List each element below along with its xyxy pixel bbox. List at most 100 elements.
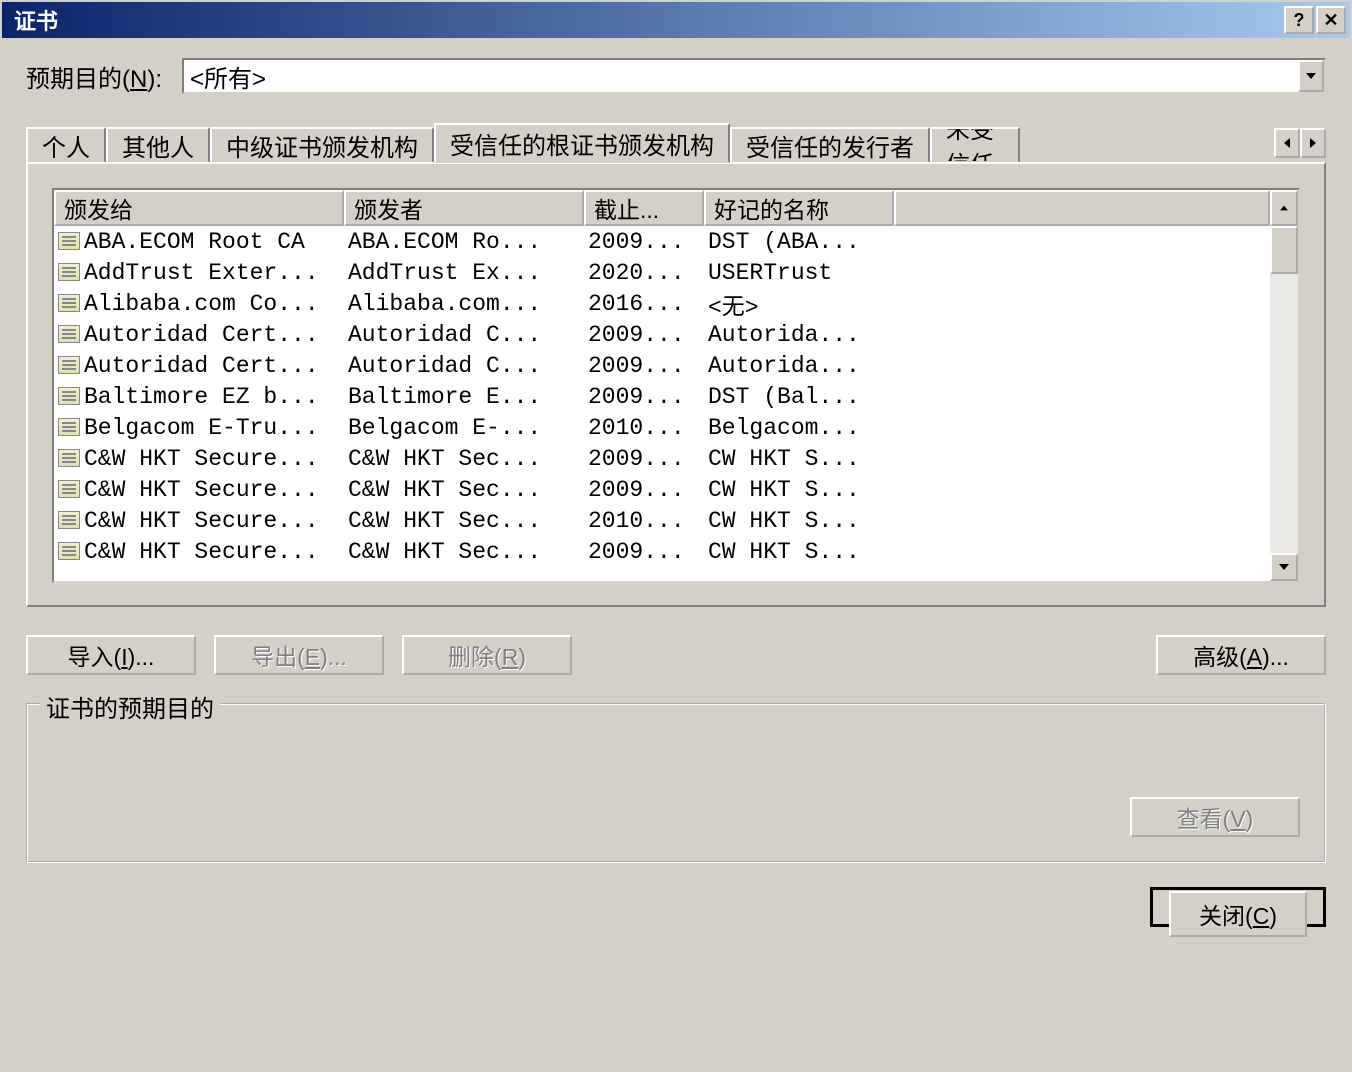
cell-issued-to: C&W HKT Secure...	[54, 539, 344, 565]
export-button: 导出(E)...	[214, 635, 384, 675]
tabs-row: 个人 其他人 中级证书颁发机构 受信任的根证书颁发机构 受信任的发行者 未受信任	[26, 124, 1326, 162]
cell-friendly-name: <无>	[704, 287, 894, 321]
scroll-track[interactable]	[1270, 226, 1298, 553]
tab-intermediate-ca[interactable]: 中级证书颁发机构	[210, 127, 434, 163]
cell-friendly-name: Autorida...	[704, 322, 894, 348]
tab-other-people[interactable]: 其他人	[106, 127, 210, 163]
close-window-button[interactable]: ✕	[1316, 6, 1346, 34]
cell-issued-by: ABA.ECOM Ro...	[344, 229, 584, 255]
cell-expiry: 2009...	[584, 353, 704, 379]
certificate-icon	[58, 511, 80, 529]
cell-issued-to: C&W HKT Secure...	[54, 446, 344, 472]
cell-expiry: 2016...	[584, 291, 704, 317]
table-row[interactable]: Autoridad Cert...Autoridad C...2009...Au…	[54, 319, 1270, 350]
cell-issued-by: C&W HKT Sec...	[344, 477, 584, 503]
certificates-dialog: 证书 ? ✕ 预期目的(N): <所有> 个人 其他人 中级证书颁发机构 受信任…	[0, 0, 1352, 1072]
certificate-icon	[58, 542, 80, 560]
tab-scroll-buttons	[1274, 128, 1326, 158]
view-button: 查看(V)	[1130, 797, 1300, 837]
certificate-icon	[58, 449, 80, 467]
certificate-icon	[58, 356, 80, 374]
cell-issued-by: Baltimore E...	[344, 384, 584, 410]
cell-expiry: 2009...	[584, 446, 704, 472]
action-button-row: 导入(I)... 导出(E)... 删除(R) 高级(A)...	[26, 635, 1326, 675]
cell-expiry: 2009...	[584, 539, 704, 565]
tab-panel: 颁发给 颁发者 截止... 好记的名称 ABA.ECOM Root CAABA.…	[26, 162, 1326, 607]
cert-purpose-groupbox: 证书的预期目的 查看(V)	[26, 703, 1326, 863]
purpose-row: 预期目的(N): <所有>	[26, 58, 1326, 94]
purpose-value: <所有>	[190, 59, 266, 94]
delete-button: 删除(R)	[402, 635, 572, 675]
header-friendly-name[interactable]: 好记的名称	[704, 190, 894, 226]
table-row[interactable]: C&W HKT Secure...C&W HKT Sec...2009...CW…	[54, 536, 1270, 567]
cell-issued-by: Belgacom E-...	[344, 415, 584, 441]
tab-trusted-publishers[interactable]: 受信任的发行者	[730, 127, 930, 163]
certificate-icon	[58, 232, 80, 250]
table-row[interactable]: C&W HKT Secure...C&W HKT Sec...2009...CW…	[54, 474, 1270, 505]
cell-expiry: 2010...	[584, 508, 704, 534]
tab-personal[interactable]: 个人	[26, 127, 106, 163]
purpose-dropdown[interactable]: <所有>	[182, 58, 1326, 94]
cell-issued-to: C&W HKT Secure...	[54, 508, 344, 534]
cell-friendly-name: CW HKT S...	[704, 539, 894, 565]
certificate-icon	[58, 480, 80, 498]
table-row[interactable]: Autoridad Cert...Autoridad C...2009...Au…	[54, 350, 1270, 381]
cell-issued-to: Baltimore EZ b...	[54, 384, 344, 410]
cell-issued-by: Autoridad C...	[344, 322, 584, 348]
cell-friendly-name: Belgacom...	[704, 415, 894, 441]
cell-issued-by: C&W HKT Sec...	[344, 508, 584, 534]
cell-friendly-name: USERTrust	[704, 260, 894, 286]
tab-trusted-root-ca[interactable]: 受信任的根证书颁发机构	[434, 123, 730, 163]
cell-expiry: 2020...	[584, 260, 704, 286]
content-area: 预期目的(N): <所有> 个人 其他人 中级证书颁发机构 受信任的根证书颁发机…	[2, 38, 1350, 1070]
cell-issued-by: Autoridad C...	[344, 353, 584, 379]
titlebar: 证书 ? ✕	[2, 2, 1350, 38]
window-title: 证书	[6, 4, 58, 36]
certificate-icon	[58, 263, 80, 281]
table-row[interactable]: ABA.ECOM Root CAABA.ECOM Ro...2009...DST…	[54, 226, 1270, 257]
table-row[interactable]: C&W HKT Secure...C&W HKT Sec...2009...CW…	[54, 443, 1270, 474]
list-rows: ABA.ECOM Root CAABA.ECOM Ro...2009...DST…	[54, 226, 1270, 581]
advanced-button[interactable]: 高级(A)...	[1156, 635, 1326, 675]
cell-expiry: 2009...	[584, 229, 704, 255]
cell-issued-to: Belgacom E-Tru...	[54, 415, 344, 441]
help-button[interactable]: ?	[1284, 6, 1314, 34]
cell-issued-by: C&W HKT Sec...	[344, 446, 584, 472]
header-expiry[interactable]: 截止...	[584, 190, 704, 226]
dropdown-arrow-icon[interactable]	[1298, 60, 1324, 92]
certificate-icon	[58, 387, 80, 405]
cell-issued-to: AddTrust Exter...	[54, 260, 344, 286]
table-row[interactable]: Baltimore EZ b...Baltimore E...2009...DS…	[54, 381, 1270, 412]
list-header: 颁发给 颁发者 截止... 好记的名称	[54, 190, 1298, 226]
vertical-scrollbar[interactable]	[1270, 226, 1298, 581]
table-row[interactable]: AddTrust Exter...AddTrust Ex...2020...US…	[54, 257, 1270, 288]
header-spacer	[894, 190, 1270, 226]
header-issued-by[interactable]: 颁发者	[344, 190, 584, 226]
cell-issued-to: Autoridad Cert...	[54, 353, 344, 379]
cell-friendly-name: CW HKT S...	[704, 446, 894, 472]
scroll-thumb[interactable]	[1270, 226, 1298, 274]
certificate-icon	[58, 294, 80, 312]
tab-untrusted[interactable]: 未受信任	[930, 127, 1020, 163]
cell-expiry: 2010...	[584, 415, 704, 441]
cell-issued-by: Alibaba.com...	[344, 291, 584, 317]
cell-friendly-name: DST (Bal...	[704, 384, 894, 410]
table-row[interactable]: C&W HKT Secure...C&W HKT Sec...2010...CW…	[54, 505, 1270, 536]
purpose-label: 预期目的(N):	[26, 59, 162, 94]
cell-issued-to: Autoridad Cert...	[54, 322, 344, 348]
close-button[interactable]: 关闭(C)	[1150, 887, 1326, 927]
import-button[interactable]: 导入(I)...	[26, 635, 196, 675]
cell-issued-by: C&W HKT Sec...	[344, 539, 584, 565]
table-row[interactable]: Alibaba.com Co...Alibaba.com...2016...<无…	[54, 288, 1270, 319]
header-scroll-corner	[1270, 190, 1298, 226]
cell-issued-by: AddTrust Ex...	[344, 260, 584, 286]
tab-scroll-right-button[interactable]	[1300, 128, 1326, 158]
table-row[interactable]: Belgacom E-Tru...Belgacom E-...2010...Be…	[54, 412, 1270, 443]
cell-expiry: 2009...	[584, 384, 704, 410]
certificate-list: 颁发给 颁发者 截止... 好记的名称 ABA.ECOM Root CAABA.…	[52, 188, 1300, 583]
header-issued-to[interactable]: 颁发给	[54, 190, 344, 226]
tab-scroll-left-button[interactable]	[1274, 128, 1300, 158]
groupbox-label: 证书的预期目的	[40, 689, 220, 724]
cell-issued-to: C&W HKT Secure...	[54, 477, 344, 503]
scroll-down-button[interactable]	[1270, 553, 1298, 581]
